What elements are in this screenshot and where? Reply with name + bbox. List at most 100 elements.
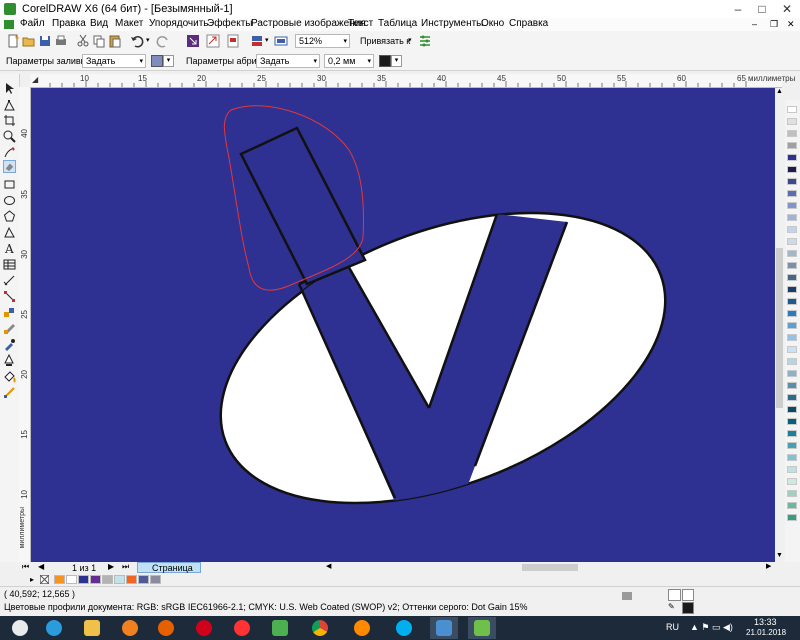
vertical-scroll-thumb[interactable] [776, 248, 783, 408]
palette-swatch[interactable] [787, 346, 797, 353]
last-page-icon[interactable]: ⏭ [122, 562, 129, 572]
palette-swatch[interactable] [787, 310, 797, 317]
palette-swatch[interactable] [787, 478, 797, 485]
firefox-taskbar-button[interactable] [152, 617, 180, 639]
redo-icon[interactable] [156, 34, 170, 48]
copy-icon[interactable] [92, 34, 106, 48]
outline-width-select[interactable]: 0,2 мм ▾ [324, 54, 374, 68]
palette-swatch[interactable] [787, 238, 797, 245]
fill-indicator-icon[interactable] [668, 589, 681, 601]
horizontal-scroll-thumb[interactable] [522, 564, 578, 571]
fill-color-dropdown-icon[interactable]: ▾ [163, 55, 174, 67]
close-button[interactable]: ✕ [775, 0, 799, 18]
undo-icon[interactable] [130, 34, 144, 48]
palette-swatch[interactable] [787, 358, 797, 365]
palette-swatch[interactable] [787, 142, 797, 149]
palette-swatch[interactable] [787, 214, 797, 221]
palette-swatch[interactable] [787, 118, 797, 125]
cut-icon[interactable] [76, 34, 90, 48]
explorer-taskbar-button[interactable] [78, 617, 106, 639]
smart-fill-tool-icon[interactable] [3, 160, 16, 173]
fill-mode-select[interactable]: Задать ▾ [82, 54, 146, 68]
coreldraw-taskbar-button[interactable] [468, 617, 496, 639]
document-color-swatch[interactable] [54, 575, 65, 584]
palette-swatch[interactable] [787, 262, 797, 269]
video-player-taskbar-button[interactable] [348, 617, 376, 639]
clock-time[interactable]: 13:33 [754, 617, 777, 627]
outline-pen-tool-icon[interactable] [3, 354, 16, 367]
ie-taskbar-button[interactable] [40, 617, 68, 639]
crop-tool-icon[interactable] [3, 114, 16, 127]
chrome-taskbar-button[interactable] [306, 617, 334, 639]
palette-swatch[interactable] [787, 106, 797, 113]
eyedropper-tool-icon[interactable] [3, 338, 16, 351]
pen-indicator-icon[interactable]: ✎ [668, 602, 679, 612]
ellipse-tool-icon[interactable] [3, 194, 16, 207]
fill-tool-icon[interactable] [3, 370, 16, 383]
print-icon[interactable] [54, 34, 68, 48]
horizontal-scrollbar[interactable]: ◀ ▶ [326, 562, 775, 573]
save-icon[interactable] [38, 34, 52, 48]
palette-swatch[interactable] [787, 370, 797, 377]
outline-mode-select[interactable]: Задать ▾ [256, 54, 320, 68]
document-color-swatch[interactable] [66, 575, 77, 584]
palette-swatch[interactable] [787, 226, 797, 233]
import-icon[interactable] [186, 34, 200, 48]
palette-swatch[interactable] [787, 334, 797, 341]
prev-page-icon[interactable]: ◀ [38, 562, 44, 571]
palette-swatch[interactable] [787, 178, 797, 185]
rectangle-tool-icon[interactable] [3, 178, 16, 191]
palette-menu-icon[interactable]: ▸ [30, 575, 34, 584]
document-color-swatch[interactable] [114, 575, 125, 584]
outline-color-swatch[interactable] [379, 55, 391, 67]
page-tab[interactable]: Страница 1 [137, 562, 201, 584]
outline-color-dropdown-icon[interactable]: ▾ [391, 55, 402, 67]
parallel-dimension-tool-icon[interactable] [3, 274, 16, 287]
slanted-bar-shape[interactable] [239, 126, 367, 286]
table-tool-icon[interactable] [3, 258, 16, 271]
polygon-tool-icon[interactable] [3, 210, 16, 223]
menu-effects[interactable]: Эффекты [207, 18, 252, 29]
zoom-level-select[interactable]: 512% ▾ [295, 34, 350, 48]
palette-swatch[interactable] [787, 298, 797, 305]
media-player-taskbar-button[interactable] [116, 617, 144, 639]
scroll-down-icon[interactable]: ▼ [776, 552, 783, 559]
interactive-fill-tool-icon[interactable] [3, 386, 16, 399]
menu-help[interactable]: Справка [509, 18, 548, 29]
start-button[interactable] [6, 617, 34, 639]
document-color-swatch[interactable] [102, 575, 113, 584]
new-document-icon[interactable] [6, 34, 20, 48]
document-icon[interactable] [4, 20, 14, 29]
palette-swatch[interactable] [787, 382, 797, 389]
document-color-swatch[interactable] [78, 575, 89, 584]
doc-restore-button[interactable]: ❐ [770, 19, 778, 30]
palette-swatch[interactable] [787, 466, 797, 473]
scroll-up-icon[interactable]: ▲ [776, 88, 783, 95]
export-icon[interactable] [206, 34, 220, 48]
menu-tools[interactable]: Инструменты [421, 18, 483, 29]
zoom-tool-icon[interactable] [3, 130, 16, 143]
tray-icons[interactable]: ▲ ⚑ ▭ ◀) [690, 622, 733, 633]
menu-layout[interactable]: Макет [115, 18, 143, 29]
language-indicator[interactable]: RU [666, 622, 679, 632]
text-tool-icon[interactable]: A [3, 242, 16, 255]
first-page-icon[interactable]: ⏮ [22, 562, 29, 572]
menu-view[interactable]: Вид [90, 18, 108, 29]
paste-icon[interactable] [108, 34, 122, 48]
skype-taskbar-button[interactable] [390, 617, 418, 639]
color-profiles-text[interactable]: Цветовые профили документа: RGB: sRGB IE… [4, 602, 527, 612]
doc-close-button[interactable]: ✕ [787, 19, 795, 30]
menu-text[interactable]: Текст [348, 18, 373, 29]
maximize-button[interactable]: □ [750, 0, 774, 18]
launcher-dropdown-icon[interactable]: ▾ [265, 36, 269, 44]
pick-tool-icon[interactable] [3, 82, 16, 95]
palette-swatch[interactable] [787, 166, 797, 173]
document-color-swatch[interactable] [138, 575, 149, 584]
document-color-swatch[interactable] [150, 575, 161, 584]
snap-to-button[interactable]: Привязать к [360, 36, 410, 46]
palette-swatch[interactable] [787, 202, 797, 209]
scroll-right-icon[interactable]: ▶ [766, 562, 771, 570]
shape-tool-icon[interactable] [3, 99, 16, 112]
palette-swatch[interactable] [787, 394, 797, 401]
menu-table[interactable]: Таблица [378, 18, 417, 29]
